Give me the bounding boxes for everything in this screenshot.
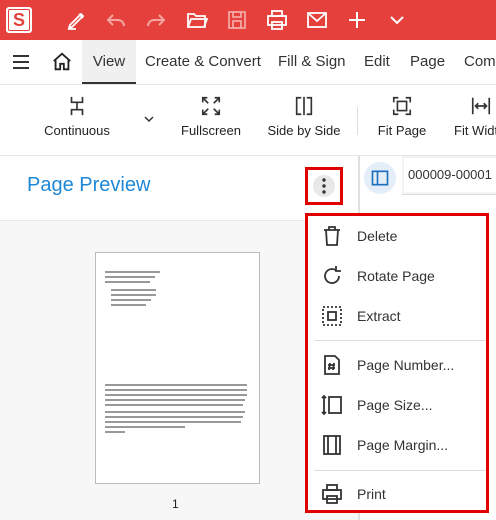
thumbnail-text-line [105,421,241,423]
thumbnail-text-line [105,281,150,283]
thumbnail-text-line [105,276,155,278]
menu-item-label: Page Number... [357,357,455,373]
thumbnail-text-line [105,431,125,433]
fit-width-icon [471,97,491,115]
trash-icon [324,226,340,246]
continuous-label: Continuous [44,123,110,138]
kebab-icon [322,178,326,194]
page-margin-icon [323,435,341,455]
print-icon[interactable] [265,8,289,32]
menu-item-label: Delete [357,228,398,244]
open-folder-icon[interactable] [185,8,209,32]
menu-item-page-number[interactable]: Page Number... [308,345,486,385]
thumbnail-text-line [105,394,247,396]
title-bar: S [0,0,496,40]
page-number-label: 1 [172,497,179,511]
chevron-down-icon[interactable] [385,8,409,32]
side-by-side-button[interactable]: Side by Side [265,85,343,155]
extract-icon [322,306,342,326]
menu-item-print[interactable]: Print [308,474,486,514]
continuous-dropdown-chevron-icon[interactable] [143,113,155,125]
thumbnail-text-line [105,416,243,418]
page-context-menu: Delete Rotate Page Extract Page Number..… [305,213,489,513]
menu-item-delete[interactable]: Delete [308,216,486,256]
side-by-side-label: Side by Side [267,123,341,138]
thumbnail-text-line [105,399,245,401]
more-options-highlight [313,175,335,197]
thumbnail-text-line [105,384,247,386]
menu-item-extract[interactable]: Extract [308,296,486,336]
menu-item-label: Page Margin... [357,437,449,453]
menu-item-label: Page Size... [357,397,433,413]
continuous-icon [70,96,84,116]
thumbnail-text-line [105,426,185,428]
thumbnail-text-line [111,299,151,301]
undo-icon[interactable] [104,8,128,32]
menu-view[interactable]: View [82,40,136,84]
menu-comment[interactable]: Com [464,40,496,84]
panel-toggle-icon [371,170,389,186]
fit-page-label: Fit Page [377,123,427,138]
fullscreen-button[interactable]: Fullscreen [176,85,246,155]
menu-item-page-margin[interactable]: Page Margin... [308,425,486,465]
thumbnail-text-line [105,411,245,413]
menu-create-convert[interactable]: Create & Convert [145,40,261,84]
thumbnail-text-line [105,404,243,406]
thumbnail-text-line [111,304,146,306]
app-logo: S [6,7,32,33]
panel-toggle-button[interactable] [364,162,396,194]
fit-page-button[interactable]: Fit Page [372,85,432,155]
thumbnail-text-line [111,294,156,296]
menu-item-label: Print [357,486,386,502]
page-number-icon [324,355,340,375]
menu-item-page-size[interactable]: Page Size... [308,385,486,425]
side-by-side-icon [295,96,313,116]
menu-item-rotate-page[interactable]: Rotate Page [308,256,486,296]
thumbnail-text-line [105,271,160,273]
continuous-button[interactable]: Continuous [38,85,116,155]
mail-icon[interactable] [305,8,329,32]
save-icon[interactable] [225,8,249,32]
thumbnail-text-line [105,389,247,391]
thumbnail-text-line [111,289,156,291]
rotate-icon [324,266,341,284]
fit-width-button[interactable]: Fit Widt [448,85,496,155]
page-thumbnail[interactable] [95,252,260,484]
menu-item-label: Rotate Page [357,268,435,284]
plus-icon[interactable] [345,8,369,32]
menu-separator [314,340,486,341]
page-preview-title: Page Preview [27,174,151,196]
fullscreen-label: Fullscreen [181,123,241,138]
view-toolbar: Continuous Fullscreen Side by Side Fit P… [0,85,496,156]
fit-page-icon [392,96,412,116]
menu-edit[interactable]: Edit [364,40,390,84]
sign-pen-icon[interactable] [65,8,89,32]
print-icon [322,484,342,504]
menu-fill-sign[interactable]: Fill & Sign [278,40,346,84]
menu-item-label: Extract [357,308,401,324]
home-icon[interactable] [51,51,73,73]
more-options-button[interactable] [305,167,343,205]
fit-width-label: Fit Widt [454,123,496,138]
redo-icon[interactable] [144,8,168,32]
menu-separator [314,470,486,471]
document-tab[interactable]: 000009-00001 [404,158,496,192]
menu-bar: View Create & Convert Fill & Sign Edit P… [0,40,496,85]
hamburger-menu-icon[interactable] [11,52,31,72]
page-size-icon [321,394,342,416]
toolbar-divider [357,107,358,135]
menu-page[interactable]: Page [410,40,445,84]
fullscreen-icon [201,96,221,116]
